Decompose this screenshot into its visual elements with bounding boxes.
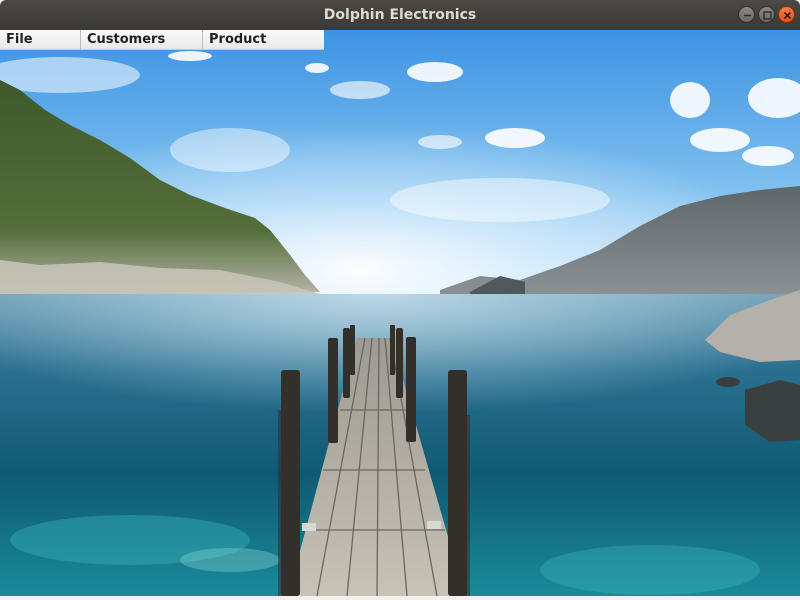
main-content: File Customers Product — [0, 30, 800, 596]
maximize-button[interactable] — [758, 6, 775, 23]
title-bar[interactable]: Dolphin Electronics — [0, 0, 800, 30]
background-image — [0, 30, 800, 596]
close-button[interactable] — [778, 6, 795, 23]
menu-customers[interactable]: Customers — [81, 30, 203, 50]
app-window: Dolphin Electronics File Customers Produ… — [0, 0, 800, 600]
window-title: Dolphin Electronics — [323, 7, 477, 23]
minimize-button[interactable] — [738, 6, 755, 23]
menu-file[interactable]: File — [0, 30, 81, 50]
maximize-icon — [763, 11, 772, 20]
minimize-icon — [744, 14, 751, 17]
window-bottom-border — [0, 596, 800, 600]
menu-product[interactable]: Product — [203, 30, 324, 50]
menu-bar: File Customers Product — [0, 30, 324, 50]
close-icon — [783, 11, 792, 20]
